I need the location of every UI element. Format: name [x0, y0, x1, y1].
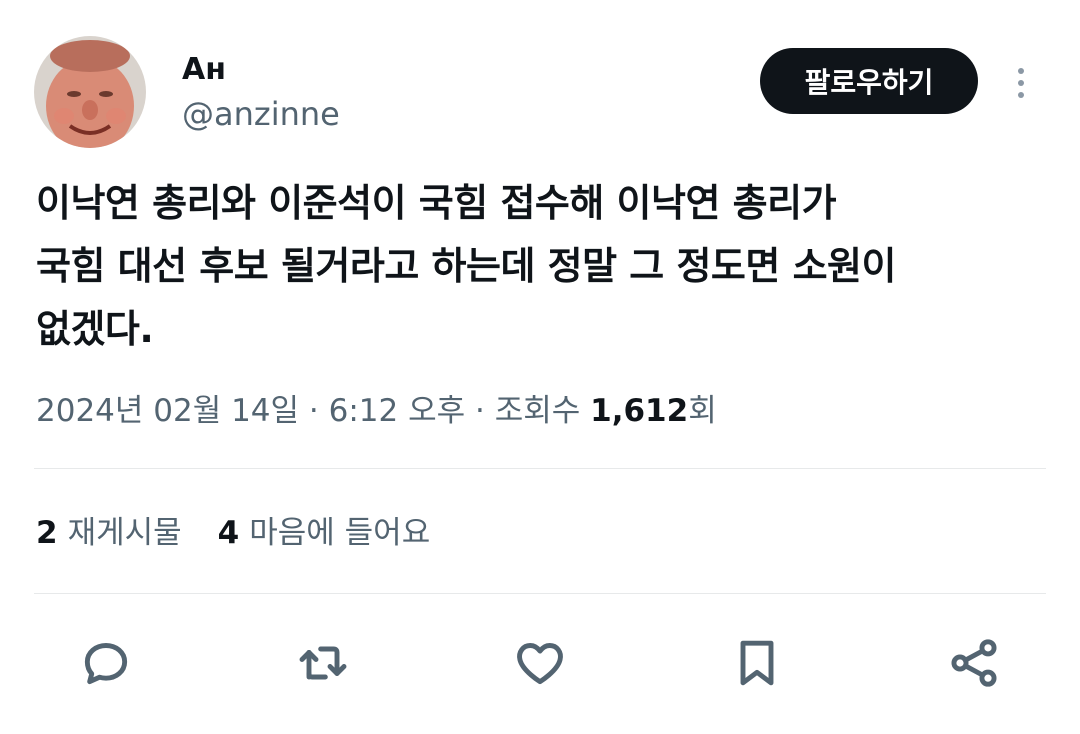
reply-icon[interactable] — [74, 631, 138, 695]
tweet-meta: 2024년 02월 14일 · 6:12 오후 · 조회수 1,612회 — [36, 388, 717, 434]
divider — [34, 593, 1046, 594]
tweet-time[interactable]: 6:12 오후 — [329, 393, 466, 429]
repost-icon[interactable] — [291, 631, 355, 695]
views-suffix: 회 — [688, 393, 717, 429]
meta-separator: · — [465, 393, 495, 429]
tweet-date[interactable]: 2024년 02월 14일 — [36, 393, 299, 429]
reposts-count: 2 — [36, 515, 58, 551]
likes-label: 마음에 들어요 — [249, 515, 431, 551]
divider — [34, 468, 1046, 469]
reposts-stat[interactable]: 2 재게시물 — [36, 510, 182, 556]
likes-stat[interactable]: 4 마음에 들어요 — [218, 510, 431, 556]
more-dot — [1018, 80, 1024, 86]
bookmark-icon[interactable] — [725, 631, 789, 695]
heart-icon[interactable] — [508, 631, 572, 695]
share-icon[interactable] — [942, 631, 1006, 695]
likes-count: 4 — [217, 515, 240, 551]
avatar[interactable] — [34, 36, 146, 148]
views-count: 1,612 — [590, 393, 689, 429]
display-name[interactable]: Ан — [182, 52, 226, 88]
reposts-label: 재게시물 — [67, 515, 182, 551]
engagement-stats: 2 재게시물 4 마음에 들어요 — [36, 510, 430, 556]
more-options-icon[interactable] — [1006, 60, 1036, 106]
user-handle[interactable]: @anzinne — [182, 94, 340, 134]
more-dot — [1018, 68, 1024, 74]
avatar-image — [34, 36, 146, 148]
action-bar — [74, 630, 1006, 696]
more-dot — [1018, 92, 1024, 98]
meta-separator: · — [299, 393, 329, 429]
tweet-header: Ан @anzinne 팔로우하기 — [34, 36, 1046, 148]
tweet-text: 이낙연 총리와 이준석이 국힘 접수해 이낙연 총리가 국힘 대선 후보 될거라… — [36, 181, 896, 351]
views-label: 조회수 — [494, 393, 591, 429]
follow-button[interactable]: 팔로우하기 — [760, 48, 978, 114]
